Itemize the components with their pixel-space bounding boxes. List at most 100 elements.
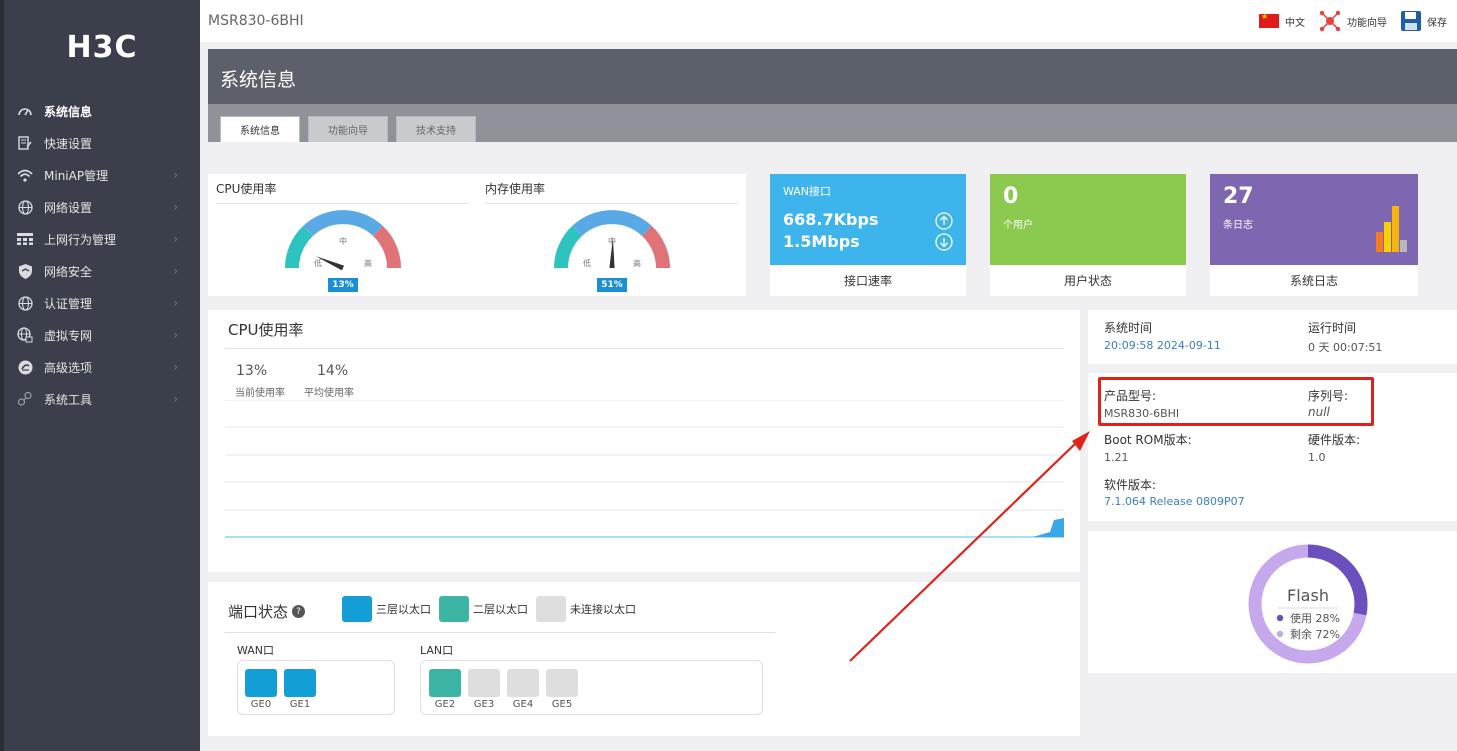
flash-free-label: 剩余 72% [1290, 627, 1340, 641]
save-label: 保存 [1427, 17, 1447, 29]
log-unit: 条日志 [1223, 220, 1253, 231]
system-time-card: 系统时间 20:09:58 2024-09-11 运行时间 0 天 00:07:… [1088, 310, 1457, 364]
sidebar-item-tools[interactable]: 系统工具 › [4, 383, 200, 415]
chevron-right-icon: › [173, 168, 178, 182]
wizard-button[interactable]: 功能向导 [1319, 10, 1387, 32]
sidebar-item-label: 系统工具 [44, 392, 93, 407]
language-label: 中文 [1285, 17, 1305, 29]
lan-ports-label: LAN口 [420, 644, 454, 657]
port-label: GE3 [473, 699, 495, 710]
wifi-icon [16, 166, 34, 184]
log-count: 27 [1223, 184, 1254, 209]
port-label: GE5 [551, 699, 573, 710]
l2-port-legend-icon [439, 596, 469, 622]
software-value[interactable]: 7.1.064 Release 0809P07 [1104, 495, 1245, 508]
users-tile-footer: 用户状态 [990, 265, 1186, 296]
globe-icon [16, 198, 34, 216]
sidebar-item-miniap[interactable]: MiniAP管理 › [4, 159, 200, 191]
cpu-current-value: 13% [236, 363, 268, 379]
tab-wizard[interactable]: 功能向导 [308, 116, 388, 142]
top-bar: MSR830-6BHI 中文 功能向导 保存 [200, 0, 1457, 42]
sidebar-item-auth[interactable]: 认证管理 › [4, 287, 200, 319]
chevron-right-icon: › [173, 232, 178, 246]
l3-legend-label: 三层以太口 [376, 603, 431, 616]
cpu-average-label: 平均使用率 [304, 388, 354, 399]
users-tile[interactable]: 0 个用户 用户状态 [990, 174, 1186, 296]
divider [225, 632, 775, 633]
tab-system-info[interactable]: 系统信息 [220, 116, 300, 142]
bootrom-label: Boot ROM版本: [1104, 433, 1192, 447]
sidebar-item-quick-setup[interactable]: 快速设置 [4, 127, 200, 159]
wan-tile-top: WAN接口 668.7Kbps 1.5Mbps [770, 174, 966, 265]
memory-gauge: 中 低 高 [554, 210, 670, 269]
sidebar-item-label: 虚拟专网 [44, 328, 93, 343]
shield-icon [16, 262, 34, 280]
hardware-value: 1.0 [1308, 451, 1326, 464]
wan-tile[interactable]: WAN接口 668.7Kbps 1.5Mbps 接口速率 [770, 174, 966, 296]
upload-arrow-icon [935, 212, 953, 230]
tab-support[interactable]: 技术支持 [396, 116, 476, 142]
port-ge5[interactable] [546, 669, 578, 697]
gauge-mid-label: 中 [339, 236, 347, 246]
cpu-chart-title: CPU使用率 [228, 321, 304, 339]
sidebar: H3C 系统信息 快速设置 MiniAP管理 › 网络设置 › 上网行为管理 › [0, 0, 200, 751]
logs-tile[interactable]: 27 条日志 系统日志 [1210, 174, 1418, 296]
bar-chart-icon [1376, 206, 1407, 252]
sidebar-item-vpn[interactable]: 虚拟专网 › [4, 319, 200, 351]
flash-donut-chart: Flash 使用 28% 剩余 72% [1248, 544, 1368, 664]
download-arrow-icon [935, 233, 953, 251]
divider [485, 203, 738, 204]
sidebar-item-label: MiniAP管理 [44, 168, 109, 183]
tab-bar: 系统信息 功能向导 技术支持 [208, 104, 1457, 142]
gauge-low-label: 低 [314, 258, 322, 268]
cpu-current-label: 当前使用率 [235, 388, 285, 399]
wizard-icon [1319, 10, 1341, 32]
port-label: GE2 [434, 699, 456, 710]
wan-up-rate: 668.7Kbps [783, 210, 879, 229]
wizard-label: 功能向导 [1347, 17, 1387, 29]
sidebar-item-system-info[interactable]: 系统信息 [4, 95, 200, 127]
sidebar-item-security[interactable]: 网络安全 › [4, 255, 200, 287]
flash-used-label: 使用 28% [1290, 612, 1340, 625]
sidebar-item-label: 上网行为管理 [44, 232, 117, 247]
options-icon [16, 358, 34, 376]
grid-icon [16, 230, 34, 248]
globe-icon [16, 294, 34, 312]
uptime-value: 0 天 00:07:51 [1308, 341, 1383, 354]
save-button[interactable]: 保存 [1401, 11, 1447, 31]
divider [216, 203, 468, 204]
flash-title: Flash [1287, 586, 1329, 605]
port-status-heading: 端口状态 ? [228, 601, 306, 622]
port-label: GE4 [512, 699, 534, 710]
port-ge0[interactable] [245, 669, 277, 697]
user-count: 0 [1003, 184, 1019, 209]
annotation-arrow [849, 431, 1090, 662]
page-title: 系统信息 [220, 69, 297, 91]
chevron-right-icon: › [173, 296, 178, 310]
port-ge3[interactable] [468, 669, 500, 697]
sidebar-item-label: 高级选项 [44, 360, 93, 375]
h3c-logo: H3C [66, 30, 138, 65]
save-icon [1401, 11, 1421, 31]
sidebar-item-label: 网络安全 [44, 264, 93, 279]
port-ge2[interactable] [429, 669, 461, 697]
wan-down-rate: 1.5Mbps [783, 232, 860, 251]
gauge-high-label: 高 [633, 258, 641, 268]
china-flag-icon [1259, 12, 1279, 28]
chevron-right-icon: › [173, 392, 178, 406]
port-ge4[interactable] [507, 669, 539, 697]
system-time-label: 系统时间 [1104, 321, 1153, 335]
software-label: 软件版本: [1104, 478, 1157, 492]
sidebar-item-behavior[interactable]: 上网行为管理 › [4, 223, 200, 255]
sidebar-item-network[interactable]: 网络设置 › [4, 191, 200, 223]
system-time-value[interactable]: 20:09:58 2024-09-11 [1104, 339, 1221, 352]
port-ge1[interactable] [284, 669, 316, 697]
language-button[interactable]: 中文 [1259, 12, 1305, 29]
sidebar-item-advanced[interactable]: 高级选项 › [4, 351, 200, 383]
sidebar-item-label: 快速设置 [44, 136, 93, 151]
help-icon[interactable]: ? [292, 605, 306, 618]
gauge-high-label: 高 [364, 258, 372, 268]
cpu-gauge: 中 低 高 [285, 210, 401, 271]
edit-icon [16, 134, 34, 152]
cpu-gauge-title: CPU使用率 [216, 182, 277, 196]
